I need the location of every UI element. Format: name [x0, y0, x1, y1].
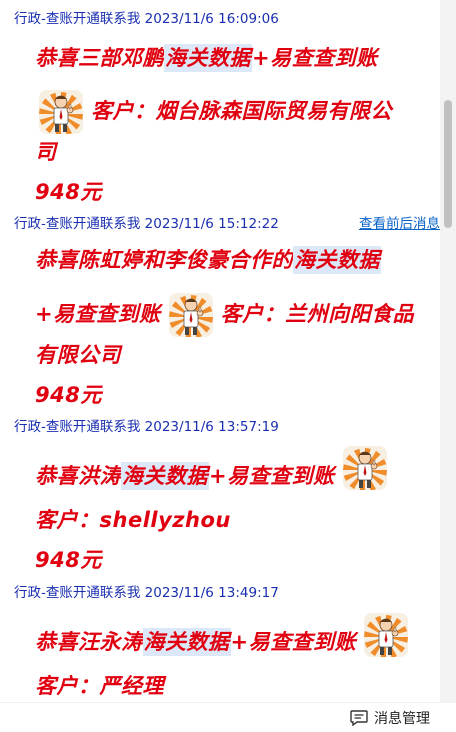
keyword-highlight: 海关数据: [164, 44, 252, 72]
amount-text: 948元: [35, 383, 102, 407]
scrollbar[interactable]: [440, 0, 456, 702]
message-line: 客户：shellyzhou: [35, 508, 231, 532]
thumbs-up-man-icon: [342, 446, 387, 490]
message-manage-label: 消息管理: [374, 711, 430, 727]
keyword-highlight: 海关数据: [142, 628, 231, 656]
thumbs-up-man-icon: [364, 613, 409, 657]
message-line: 客户：烟台脉森国际贸易有限公: [31, 90, 392, 134]
message-manage-button[interactable]: 消息管理: [350, 708, 430, 728]
message-line: 客户：严经理: [35, 674, 164, 698]
message-line: 恭喜洪涛海关数据+易查查到账: [35, 446, 395, 490]
message-header: 行政-查账开通联系我 2023/11/6 15:12:22: [14, 216, 279, 232]
thumbs-up-man-icon: [39, 90, 83, 134]
keyword-highlight: 海关数据: [293, 246, 381, 274]
message-line: 恭喜汪永涛海关数据+易查查到账: [35, 613, 416, 657]
message-line: 恭喜三部邓鹏海关数据+易查查到账: [35, 44, 378, 72]
bottom-bar: 消息管理: [0, 702, 456, 732]
view-context-link[interactable]: 查看前后消息: [359, 215, 440, 233]
message-line: 有限公司: [35, 343, 121, 367]
message-header: 行政-查账开通联系我 2023/11/6 13:49:17: [14, 585, 279, 601]
message-feed[interactable]: 行政-查账开通联系我 2023/11/6 16:09:06 恭喜三部邓鹏海关数据…: [0, 0, 440, 702]
scrollbar-thumb[interactable]: [444, 100, 452, 228]
message-header: 行政-查账开通联系我 2023/11/6 13:57:19: [14, 419, 279, 435]
amount-text: 948元: [35, 548, 102, 572]
message-line: 恭喜陈虹婷和李俊豪合作的海关数据: [35, 246, 381, 274]
message-line: +易查查到账 客户：兰州向阳食品: [35, 293, 414, 337]
amount-text: 948元: [35, 180, 102, 204]
thumbs-up-man-icon: [168, 293, 213, 337]
message-line: 司: [35, 140, 57, 164]
keyword-highlight: 海关数据: [121, 462, 209, 490]
message-icon: [350, 710, 368, 726]
message-header: 行政-查账开通联系我 2023/11/6 16:09:06: [14, 11, 279, 27]
